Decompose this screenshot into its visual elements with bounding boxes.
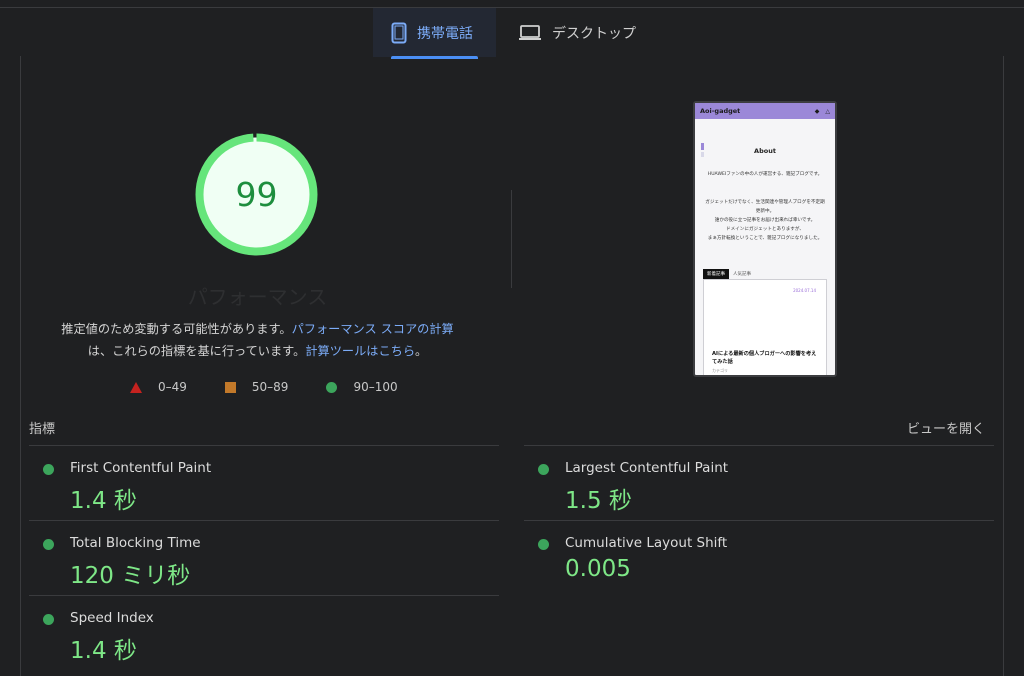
description-text-1: 推定値のため変動する可能性があります。 [61, 322, 292, 336]
screenshot-tabs: 新着記事 人気記事 [703, 269, 755, 279]
diamond-icon: ◆ [814, 107, 820, 115]
metric-cls: Cumulative Layout Shift 0.005 [524, 525, 964, 600]
pass-circle-icon [43, 614, 54, 625]
metric-name: Total Blocking Time [70, 535, 201, 551]
laptop-icon [519, 24, 541, 40]
screenshot-heading: About [754, 147, 776, 155]
score-title: パフォーマンス [187, 285, 328, 309]
legend-label-average: 50–89 [251, 380, 289, 394]
description-end: 。 [415, 344, 428, 358]
screenshot-line-1: HUAWEIファンの中の人が運営する、雑記ブログです。 [707, 172, 823, 177]
legend-item-average: 50–89 [224, 380, 289, 394]
description-text-2: は、これらの指標を基に行っています。 [87, 344, 306, 358]
final-screenshot[interactable]: Aoi-gadget ◆ △ About HUAWEIファンの中の人が運営する、雑… [693, 101, 837, 377]
screenshot-site-name: Aoi-gadget [700, 107, 741, 115]
screenshot-card-sub: カテゴリ [712, 368, 728, 373]
legend-label-fail: 0–49 [158, 380, 187, 394]
pass-circle-icon [43, 464, 54, 475]
tab-mobile-label: 携帯電話 [417, 25, 473, 42]
score-calc-link[interactable]: パフォーマンス スコアの計算 [292, 322, 454, 336]
metrics-heading: 指標 [29, 422, 56, 437]
metric-value: 1.5 秒 [565, 488, 632, 514]
screenshot-article-card: 2024.07.14 AIによる最新の個人ブロガーへの影響を考えてみた話 カテゴ… [703, 279, 827, 375]
legend-item-fail: 0–49 [130, 380, 187, 394]
metric-name: Speed Index [70, 610, 154, 626]
metric-value: 1.4 秒 [70, 488, 137, 514]
performance-score-gauge: 99 [194, 132, 319, 257]
tab-mobile[interactable]: 携帯電話 [373, 8, 496, 59]
metric-lcp: Largest Contentful Paint 1.5 秒 [524, 450, 964, 525]
screenshot-card-date: 2024.07.14 [793, 288, 816, 293]
tab-desktop-label: デスクトップ [552, 25, 636, 42]
screenshot-line-5: まぁ方針転換ということで、雑記ブログになりました。 [707, 236, 823, 241]
pass-circle-icon [43, 539, 54, 550]
screenshot-tab-new: 新着記事 [703, 269, 729, 279]
device-tabs: 携帯電話 デスクトップ [0, 8, 1024, 59]
metric-value: 1.4 秒 [70, 638, 137, 664]
triangle-icon [130, 381, 142, 393]
screenshot-line-4: ドメインにガジェットとありますが、 [725, 227, 804, 232]
score-value: 99 [235, 175, 278, 214]
triangle-outline-icon: △ [825, 107, 830, 115]
score-description: 推定値のため変動する可能性があります。パフォーマンス スコアの計算 は、これらの… [40, 318, 475, 362]
vertical-divider [511, 190, 512, 288]
mobile-phone-icon [391, 22, 407, 43]
divider [29, 520, 499, 521]
metric-value: 0.005 [565, 556, 631, 582]
divider [524, 445, 994, 446]
divider [524, 520, 994, 521]
legend-item-pass: 90–100 [326, 380, 398, 394]
score-legend: 0–49 50–89 90–100 [130, 380, 436, 394]
screenshot-tab-popular: 人気記事 [733, 272, 751, 277]
metric-name: First Contentful Paint [70, 460, 212, 476]
square-icon [224, 381, 236, 393]
screenshot-card-title: AIによる最新の個人ブロガーへの影響を考えてみた話 [712, 351, 817, 365]
metric-value: 120 ミリ秒 [70, 563, 191, 589]
metric-name: Cumulative Layout Shift [565, 535, 728, 551]
legend-label-pass: 90–100 [353, 380, 398, 394]
divider [29, 445, 499, 446]
circle-icon [326, 381, 338, 393]
screenshot-header: Aoi-gadget ◆ △ [695, 103, 835, 119]
divider [29, 595, 499, 596]
calculator-link[interactable]: 計算ツールはこちら [305, 344, 415, 358]
metric-name: Largest Contentful Paint [565, 460, 729, 476]
tab-desktop[interactable]: デスクトップ [500, 8, 660, 57]
metric-tbt: Total Blocking Time 120 ミリ秒 [29, 525, 469, 600]
pass-circle-icon [538, 539, 549, 550]
screenshot-line-2: ガジェットだけでなく、生活関連や管理人ブログを不定期更新中。 [705, 200, 825, 214]
metric-si: Speed Index 1.4 秒 [29, 600, 469, 675]
expand-view-toggle[interactable]: ビューを開く [907, 418, 985, 437]
metric-fcp: First Contentful Paint 1.4 秒 [29, 450, 469, 525]
screenshot-line-3: 誰かの役に立つ記事をお届け出来れば幸いです。 [714, 218, 816, 223]
pass-circle-icon [538, 464, 549, 475]
